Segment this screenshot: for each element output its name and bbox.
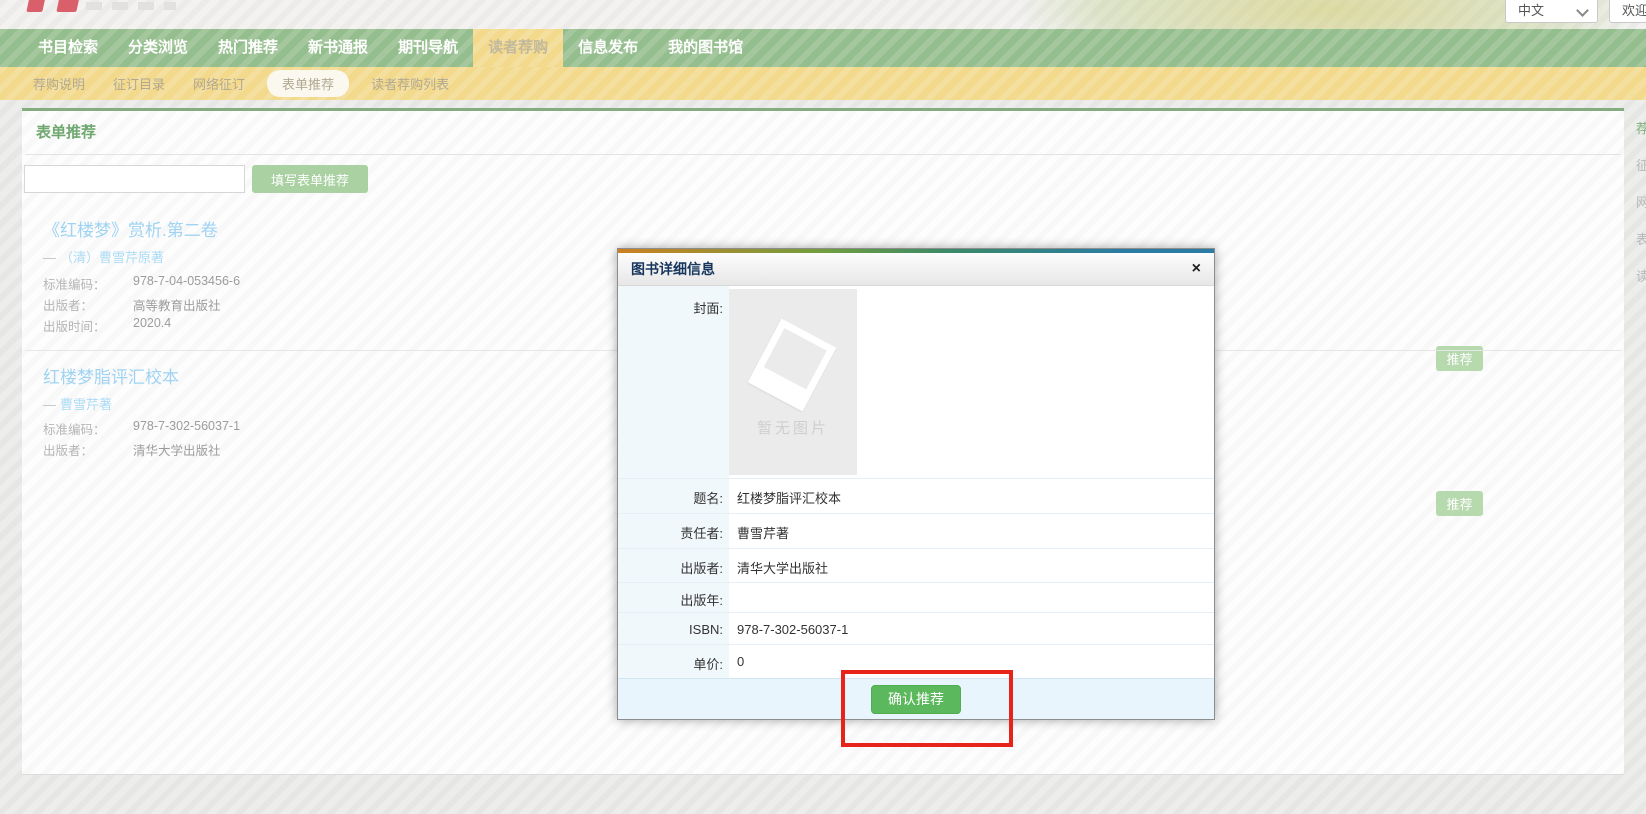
- page: 中文 欢迎 书目检索 分类浏览 热门推荐 新书通报 期刊导航 读者荐购 信息发布…: [0, 0, 1646, 814]
- modal-title: 图书详细信息: [631, 259, 715, 279]
- modal-row-cover: 封面: 暂无图片: [618, 286, 1214, 479]
- book-author: — 曹雪芹著: [43, 394, 112, 413]
- field-label: 出版年:: [618, 583, 729, 612]
- nav-item-category-browse[interactable]: 分类浏览: [113, 29, 203, 67]
- meta-label: 出版者：: [43, 440, 133, 459]
- subnav-item-reader-recommend-list[interactable]: 读者荐购列表: [357, 74, 463, 93]
- modal-row-author: 责任者: 曹雪芹著: [618, 514, 1214, 549]
- book-meta-row: 出版时间： 2020.4: [43, 316, 171, 335]
- subnav-item-form-recommend-active[interactable]: 表单推荐: [267, 70, 349, 97]
- edge-menu-item[interactable]: 网: [1636, 192, 1646, 211]
- edge-menu-item[interactable]: 读: [1636, 266, 1646, 285]
- meta-value: 2020.4: [133, 316, 171, 335]
- main-nav: 书目检索 分类浏览 热门推荐 新书通报 期刊导航 读者荐购 信息发布 我的图书馆: [0, 29, 1646, 67]
- field-value: 清华大学出版社: [729, 549, 1214, 582]
- book-meta-row: 出版者： 清华大学出版社: [43, 440, 221, 459]
- field-value: 0: [729, 645, 1214, 679]
- meta-value: 978-7-302-56037-1: [133, 419, 240, 438]
- nav-item-hot-recommend[interactable]: 热门推荐: [203, 29, 293, 67]
- field-label: 出版者:: [618, 549, 729, 582]
- field-label: 单价:: [618, 645, 729, 679]
- meta-value: 978-7-04-053456-6: [133, 274, 240, 293]
- field-value: 曹雪芹著: [729, 514, 1214, 548]
- no-image-icon: [748, 319, 837, 412]
- field-label: 封面:: [618, 286, 729, 478]
- nav-item-new-books[interactable]: 新书通报: [293, 29, 383, 67]
- book-title-link[interactable]: 《红楼梦》赏析.第二卷: [43, 216, 218, 241]
- modal-row-publisher: 出版者: 清华大学出版社: [618, 549, 1214, 583]
- author-dash: —: [43, 250, 56, 265]
- book-meta-row: 标准编码： 978-7-302-56037-1: [43, 419, 240, 438]
- sub-nav: 荐购说明 征订目录 网络征订 表单推荐 读者荐购列表: [0, 67, 1646, 100]
- book-title-link[interactable]: 红楼梦脂评汇校本: [43, 363, 179, 388]
- meta-label: 标准编码：: [43, 274, 133, 293]
- meta-value: 清华大学出版社: [133, 440, 221, 459]
- language-select-value: 中文: [1518, 0, 1544, 19]
- confirm-recommend-button[interactable]: 确认推荐: [871, 685, 961, 714]
- meta-label: 出版者：: [43, 295, 133, 314]
- edge-quick-menu: 荐 征 网 表 读: [1636, 118, 1646, 303]
- edge-menu-item[interactable]: 表: [1636, 229, 1646, 248]
- subnav-item-online-order[interactable]: 网络征订: [179, 74, 259, 93]
- page-title: 表单推荐: [36, 121, 96, 142]
- site-name-faint: [86, 2, 176, 10]
- nav-item-info-publish[interactable]: 信息发布: [563, 29, 653, 67]
- field-label: 责任者:: [618, 514, 729, 548]
- field-value: 978-7-302-56037-1: [729, 613, 1214, 644]
- logo-mark-icon: [26, 0, 45, 12]
- book-author: — （清）曹雪芹原著: [43, 247, 164, 266]
- logo-mark-icon: [56, 0, 79, 12]
- meta-label: 出版时间：: [43, 316, 133, 335]
- close-icon[interactable]: ×: [1192, 261, 1201, 277]
- welcome-box[interactable]: 欢迎: [1609, 0, 1646, 23]
- subnav-item-recommend-help[interactable]: 荐购说明: [19, 74, 99, 93]
- recommend-button[interactable]: 推荐: [1436, 491, 1483, 516]
- nav-item-journal-nav[interactable]: 期刊导航: [383, 29, 473, 67]
- no-image-text: 暂无图片: [729, 417, 857, 438]
- meta-label: 标准编码：: [43, 419, 133, 438]
- author-dash: —: [43, 397, 56, 412]
- nav-item-catalog-search[interactable]: 书目检索: [23, 29, 113, 67]
- nav-item-my-library[interactable]: 我的图书馆: [653, 29, 758, 67]
- book-detail-modal: 图书详细信息 × 封面: 暂无图片 题名: 红楼梦脂评汇校本: [617, 248, 1215, 720]
- cover-image-placeholder: 暂无图片: [729, 289, 857, 475]
- book-meta-row: 标准编码： 978-7-04-053456-6: [43, 274, 240, 293]
- subnav-item-order-catalog[interactable]: 征订目录: [99, 74, 179, 93]
- modal-row-isbn: ISBN: 978-7-302-56037-1: [618, 613, 1214, 645]
- chevron-down-icon: [1576, 4, 1589, 17]
- modal-row-price: 单价: 0: [618, 645, 1214, 679]
- edge-menu-item[interactable]: 征: [1636, 155, 1646, 174]
- modal-body: 封面: 暂无图片 题名: 红楼梦脂评汇校本 责任者: 曹雪芹著: [618, 286, 1214, 679]
- language-select[interactable]: 中文: [1505, 0, 1598, 23]
- nav-item-reader-recommend[interactable]: 读者荐购: [473, 29, 563, 67]
- field-label: ISBN:: [618, 613, 729, 644]
- edge-menu-item[interactable]: 荐: [1636, 118, 1646, 137]
- book-meta-row: 出版者： 高等教育出版社: [43, 295, 221, 314]
- top-bar: 中文 欢迎: [0, 0, 1646, 29]
- modal-header: 图书详细信息 ×: [618, 253, 1214, 286]
- recommend-search-input[interactable]: [24, 165, 245, 193]
- fill-form-recommend-button[interactable]: 填写表单推荐: [252, 165, 368, 193]
- modal-row-pubyear: 出版年:: [618, 583, 1214, 613]
- field-value: 红楼梦脂评汇校本: [729, 479, 1214, 513]
- author-link[interactable]: （清）曹雪芹原著: [60, 250, 164, 265]
- author-link[interactable]: 曹雪芹著: [60, 397, 112, 412]
- welcome-label: 欢迎: [1622, 0, 1646, 19]
- field-label: 题名:: [618, 479, 729, 513]
- meta-value: 高等教育出版社: [133, 295, 221, 314]
- modal-row-title: 题名: 红楼梦脂评汇校本: [618, 479, 1214, 514]
- modal-footer: 确认推荐: [618, 678, 1214, 719]
- field-value: [729, 583, 1214, 612]
- divider: [25, 154, 1621, 155]
